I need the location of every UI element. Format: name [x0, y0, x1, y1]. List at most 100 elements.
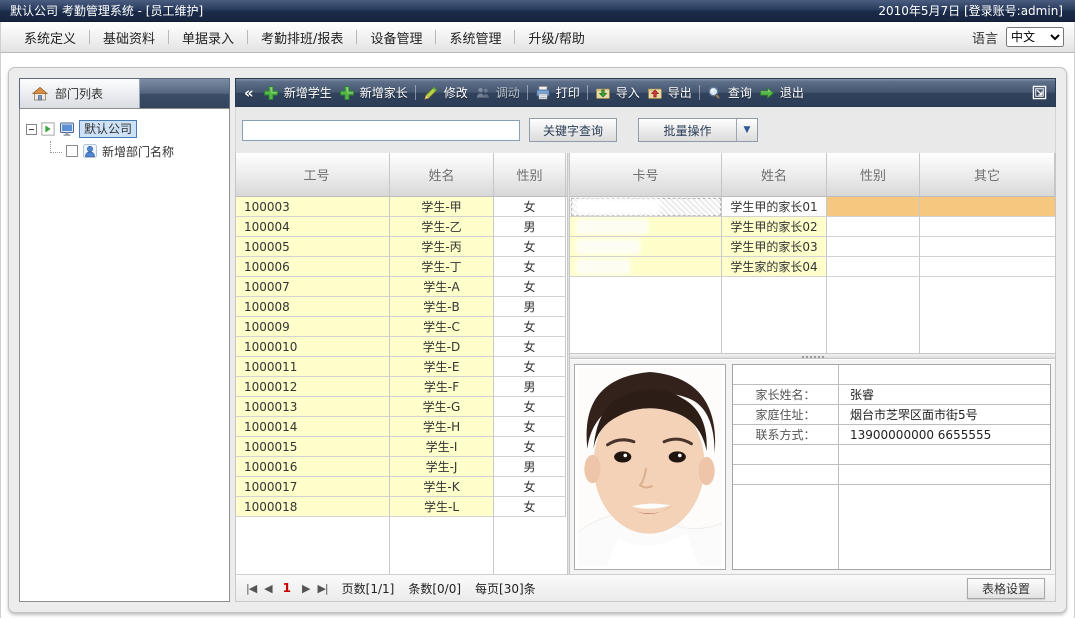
- menu-item-upgrade-help[interactable]: 升级/帮助: [515, 28, 597, 47]
- parent-card-cell: [570, 237, 722, 257]
- tree-collapse-icon[interactable]: [26, 124, 37, 135]
- student-id-cell: 100004: [236, 217, 390, 237]
- student-row[interactable]: 1000015 学生-I 女: [236, 437, 567, 457]
- student-gender-cell: 女: [494, 237, 566, 257]
- tree-node-new-department[interactable]: 新增部门名称: [50, 141, 223, 161]
- student-table-filler: [236, 517, 567, 574]
- student-row[interactable]: 1000010 学生-D 女: [236, 337, 567, 357]
- student-row[interactable]: 1000016 学生-J 男: [236, 457, 567, 477]
- department-tabstrip: 部门列表: [19, 78, 230, 109]
- parent-other-cell: [920, 197, 1055, 217]
- parent-row-selected[interactable]: 学生甲的家长01: [570, 197, 1055, 217]
- menu-item-device-manage[interactable]: 设备管理: [357, 28, 435, 47]
- menu-item-system-manage[interactable]: 系统管理: [436, 28, 514, 47]
- student-row[interactable]: 100007 学生-A 女: [236, 277, 567, 297]
- horizontal-splitter[interactable]: [570, 353, 1055, 359]
- student-id-cell: 1000017: [236, 477, 390, 497]
- prev-page-icon[interactable]: ◀: [264, 582, 271, 595]
- student-row[interactable]: 1000011 学生-E 女: [236, 357, 567, 377]
- parent-table-header: 卡号 姓名 性别 其它: [570, 153, 1055, 197]
- department-checkbox[interactable]: [66, 145, 78, 157]
- record-count-info: 条数[0/0]: [408, 580, 461, 597]
- menu-item-base-data[interactable]: 基础资料: [90, 28, 168, 47]
- parent-gender-cell: [827, 197, 920, 217]
- student-gender-cell: 女: [494, 357, 566, 377]
- page-count-info: 页数[1/1]: [342, 580, 395, 597]
- edit-button[interactable]: 修改: [423, 84, 468, 101]
- menu-item-schedule-report[interactable]: 考勤排班/报表: [248, 28, 356, 47]
- student-row[interactable]: 100009 学生-C 女: [236, 317, 567, 337]
- export-button[interactable]: 导出: [647, 84, 692, 101]
- student-name-cell: 学生-K: [390, 477, 494, 497]
- transfer-button[interactable]: 调动: [475, 84, 520, 101]
- masked-card-number: [577, 200, 659, 213]
- batch-operation-label: 批量操作: [639, 119, 736, 141]
- student-name-cell: 学生-甲: [390, 197, 494, 217]
- print-button[interactable]: 打印: [535, 84, 580, 101]
- add-student-button[interactable]: 新增学生: [263, 84, 332, 101]
- info-row-empty: [733, 445, 1050, 465]
- tree-node-root-company[interactable]: 默认公司: [26, 119, 223, 139]
- student-name-cell: 学生-C: [390, 317, 494, 337]
- parent-row[interactable]: 学生甲的家长03: [570, 237, 1055, 257]
- column-header-employee-id: 工号: [236, 153, 390, 196]
- import-icon: [595, 85, 611, 101]
- student-row[interactable]: 1000017 学生-K 女: [236, 477, 567, 497]
- add-parent-button[interactable]: 新增家长: [339, 84, 408, 101]
- titlebar-date-login: 2010年5月7日 [登录账号:admin]: [878, 2, 1063, 19]
- per-page-info: 每页[30]条: [475, 580, 536, 597]
- action-toolbar: « 新增学生 新增家长: [235, 78, 1056, 107]
- student-id-cell: 100006: [236, 257, 390, 277]
- keyword-input[interactable]: [242, 120, 520, 141]
- tree-node-root-label[interactable]: 默认公司: [79, 120, 137, 138]
- student-row[interactable]: 100008 学生-B 男: [236, 297, 567, 317]
- import-label: 导入: [616, 84, 640, 101]
- student-row[interactable]: 1000013 学生-G 女: [236, 397, 567, 417]
- collapse-left-icon[interactable]: «: [244, 84, 254, 102]
- student-row[interactable]: 1000018 学生-L 女: [236, 497, 567, 517]
- student-row[interactable]: 1000012 学生-F 男: [236, 377, 567, 397]
- window-titlebar: 默认公司 考勤管理系统 - [员工维护] 2010年5月7日 [登录账号:adm…: [0, 0, 1075, 22]
- student-row[interactable]: 100003 学生-甲 女: [236, 197, 567, 217]
- batch-operation-dropdown[interactable]: 批量操作 ▼: [638, 118, 758, 142]
- student-id-cell: 100009: [236, 317, 390, 337]
- parent-row[interactable]: 学生家的家长04: [570, 257, 1055, 277]
- student-row[interactable]: 100004 学生-乙 男: [236, 217, 567, 237]
- first-page-icon[interactable]: |◀: [246, 582, 256, 595]
- export-label: 导出: [668, 84, 692, 101]
- student-gender-cell: 女: [494, 277, 566, 297]
- app-body: 部门列表 默认公司: [0, 53, 1075, 618]
- keyword-query-button[interactable]: 关键字查询: [529, 118, 617, 142]
- portrait-image: [578, 368, 722, 566]
- parent-detail-panel: 家长姓名： 张睿 家庭住址： 烟台市芝罘区面市街5号 联系方式： 1390000…: [570, 359, 1055, 574]
- parent-table: 卡号 姓名 性别 其它 学生甲的家长01 学生甲的家长02: [570, 153, 1055, 353]
- student-id-cell: 1000012: [236, 377, 390, 397]
- menu-item-record-entry[interactable]: 单据录入: [169, 28, 247, 47]
- student-id-cell: 100007: [236, 277, 390, 297]
- table-settings-button[interactable]: 表格设置: [967, 578, 1045, 599]
- student-row[interactable]: 100005 学生-丙 女: [236, 237, 567, 257]
- contact-label: 联系方式：: [733, 425, 839, 444]
- student-row[interactable]: 1000014 学生-H 女: [236, 417, 567, 437]
- restore-panel-icon[interactable]: [1032, 85, 1047, 100]
- parent-card-cell: [570, 197, 722, 217]
- student-row[interactable]: 100006 学生-丁 女: [236, 257, 567, 277]
- query-button[interactable]: 查询: [707, 84, 752, 101]
- import-button[interactable]: 导入: [595, 84, 640, 101]
- menu-item-system-define[interactable]: 系统定义: [11, 28, 89, 47]
- query-label: 查询: [728, 84, 752, 101]
- parent-row[interactable]: 学生甲的家长02: [570, 217, 1055, 237]
- exit-button[interactable]: 退出: [759, 84, 804, 101]
- student-gender-cell: 男: [494, 297, 566, 317]
- parent-name-label: 家长姓名：: [733, 385, 839, 404]
- last-page-icon[interactable]: ▶|: [317, 582, 327, 595]
- current-page-number[interactable]: 1: [280, 581, 294, 595]
- tab-department-list[interactable]: 部门列表: [20, 79, 140, 108]
- add-icon: [263, 85, 279, 101]
- tree-node-new-department-label: 新增部门名称: [102, 143, 174, 160]
- language-select[interactable]: 中文: [1006, 27, 1064, 47]
- student-gender-cell: 女: [494, 197, 566, 217]
- parent-other-cell: [920, 257, 1055, 277]
- next-page-icon[interactable]: ▶: [302, 582, 309, 595]
- parent-info-table: 家长姓名： 张睿 家庭住址： 烟台市芝罘区面市街5号 联系方式： 1390000…: [732, 364, 1051, 570]
